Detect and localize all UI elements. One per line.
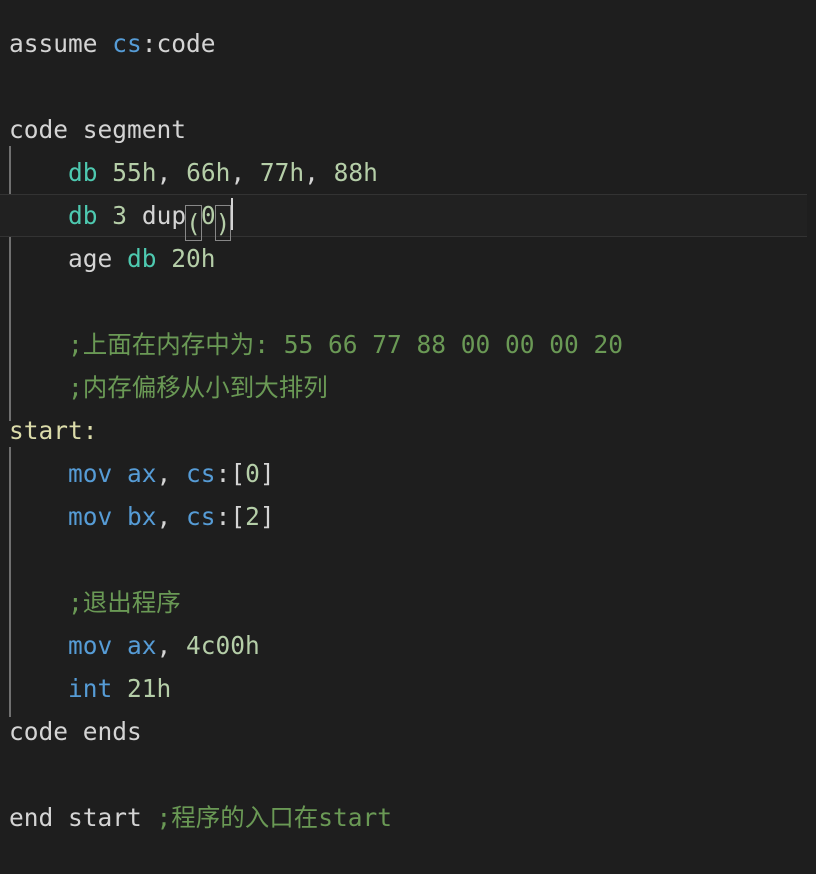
code-content[interactable]: assume cs:code code segment db 55h, 66h,…	[0, 22, 816, 839]
code-token-number: 20h	[156, 244, 216, 273]
code-token-plain: ,	[230, 158, 246, 187]
text-caret	[231, 198, 234, 230]
code-token-number: 3	[112, 201, 128, 230]
code-token-keyword: cs	[186, 459, 216, 488]
code-token-keyword: mov ax	[68, 459, 157, 488]
code-editor-surface[interactable]: assume cs:code code segment db 55h, 66h,…	[0, 0, 816, 874]
code-token-comment: ;程序的入口在start	[156, 803, 393, 832]
code-token-comment: ;内存偏移从小到大排列	[68, 373, 328, 402]
code-token-number: 55h	[97, 158, 157, 187]
code-line[interactable]: ;退出程序	[0, 581, 816, 624]
code-line[interactable]: db 55h, 66h, 77h, 88h	[0, 151, 816, 194]
code-line-current[interactable]: db 3 dup(0)	[0, 194, 807, 241]
code-token-plain: ]	[259, 502, 275, 531]
code-token-comment: ;退出程序	[68, 588, 181, 617]
bracket-match-highlight: (	[185, 205, 202, 241]
code-token-number: 0	[245, 459, 260, 488]
code-token-plain: code segment	[9, 115, 187, 144]
code-line[interactable]: ;上面在内存中为: 55 66 77 88 00 00 00 20	[0, 323, 816, 366]
code-token-type: db	[68, 201, 98, 230]
code-token-keyword: int	[68, 674, 113, 703]
code-line[interactable]: assume cs:code	[0, 22, 816, 65]
code-token-number: 88h	[318, 158, 378, 187]
code-line[interactable]	[0, 65, 816, 108]
code-line[interactable]	[0, 280, 816, 323]
code-line[interactable]	[0, 538, 816, 581]
code-token-plain: age	[68, 244, 128, 273]
code-token-plain: ]	[259, 459, 275, 488]
code-token-number: 4c00h	[186, 631, 260, 660]
code-token-number: 21h	[112, 674, 172, 703]
code-token-plain: :code	[141, 29, 216, 58]
code-token-plain: ,	[304, 158, 319, 187]
code-token-plain: assume	[9, 29, 113, 58]
code-token-plain: end start	[9, 803, 157, 832]
code-line[interactable]: mov ax, cs:[0]	[0, 452, 816, 495]
code-token-plain: ,	[156, 459, 187, 488]
code-token-number: 2	[245, 502, 260, 531]
code-token-plain: :[	[215, 502, 246, 531]
code-token-type: db	[68, 158, 98, 187]
code-line[interactable]: code segment	[0, 108, 816, 151]
code-line[interactable]: end start ;程序的入口在start	[0, 796, 816, 839]
bracket-match-highlight: )	[214, 205, 232, 241]
code-token-keyword: cs	[112, 29, 142, 58]
code-token-plain: ,	[156, 631, 187, 660]
code-token-plain: :[	[215, 459, 246, 488]
code-token-number: 0	[200, 201, 216, 230]
code-line[interactable]: mov bx, cs:[2]	[0, 495, 816, 538]
code-token-number: 66h	[171, 158, 231, 187]
code-token-comment: ;上面在内存中为: 55 66 77 88 00 00 00 20	[68, 330, 624, 359]
code-token-plain: ,	[156, 502, 187, 531]
code-line[interactable]: code ends	[0, 710, 816, 753]
code-line[interactable]: mov ax, 4c00h	[0, 624, 816, 667]
code-line[interactable]: int 21h	[0, 667, 816, 710]
code-token-number: 77h	[245, 158, 305, 187]
code-token-plain: code ends	[9, 717, 142, 746]
code-token-keyword: mov bx	[68, 502, 157, 531]
code-line[interactable]: start:	[0, 409, 816, 452]
code-token-label: start:	[9, 416, 98, 445]
code-line[interactable]	[0, 753, 816, 796]
code-token-keyword: cs	[186, 502, 216, 531]
code-token-plain: ,	[156, 158, 172, 187]
code-line[interactable]: ;内存偏移从小到大排列	[0, 366, 816, 409]
code-token-keyword: mov ax	[68, 631, 157, 660]
code-token-type: db	[127, 244, 157, 273]
code-line[interactable]: age db 20h	[0, 237, 816, 280]
code-token-plain: dup	[127, 201, 187, 230]
